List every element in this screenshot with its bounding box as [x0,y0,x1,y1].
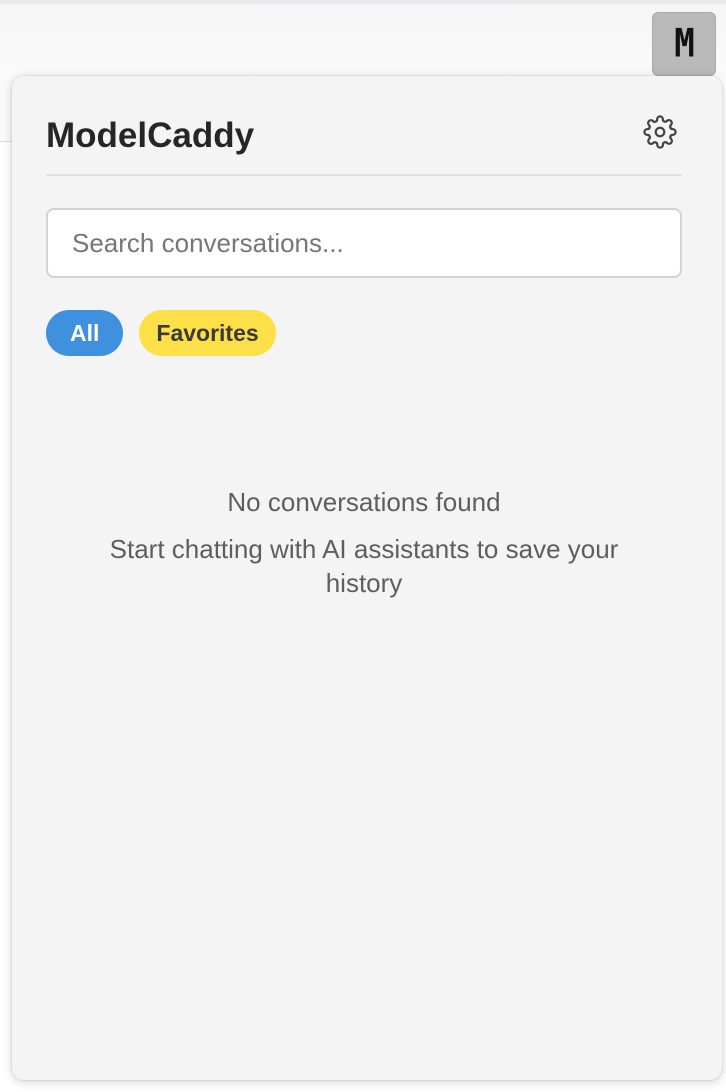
filter-favorites-button[interactable]: Favorites [139,310,276,356]
app-title: ModelCaddy [46,116,255,155]
popup-header: ModelCaddy [46,104,682,176]
browser-toolbar [0,0,726,78]
filter-chips: All Favorites [46,310,276,356]
search-input[interactable] [46,208,682,278]
settings-button[interactable] [642,114,678,150]
empty-state-title: No conversations found [227,487,501,517]
filter-all-button[interactable]: All [46,310,124,356]
empty-state-subtitle: Start chatting with AI assistants to sav… [109,534,619,598]
extension-button[interactable]: M [652,12,716,76]
empty-state: No conversations found Start chatting wi… [46,482,682,600]
extension-m-icon: M [674,21,695,67]
gear-icon [643,115,677,149]
extension-popup: ModelCaddy All Favorites No conversation… [12,76,722,1080]
